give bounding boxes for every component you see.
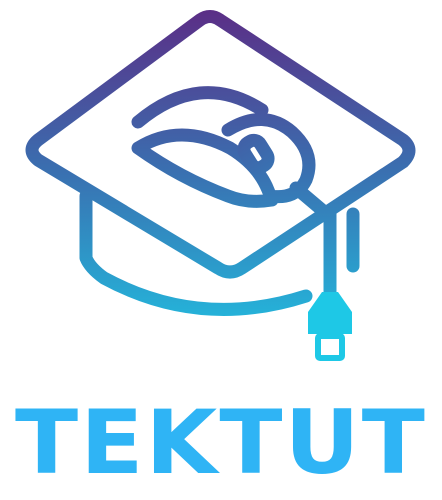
brand-wordmark: TEKTUT [0, 391, 442, 495]
graduation-cap-mouse-icon [25, 10, 416, 361]
tassel-plug [308, 292, 352, 361]
brand-name: TEKTUT [15, 395, 427, 494]
mouse-tail [289, 181, 329, 217]
mouse-scroll-wheel [237, 133, 275, 175]
logo: TEKTUT [0, 0, 442, 500]
